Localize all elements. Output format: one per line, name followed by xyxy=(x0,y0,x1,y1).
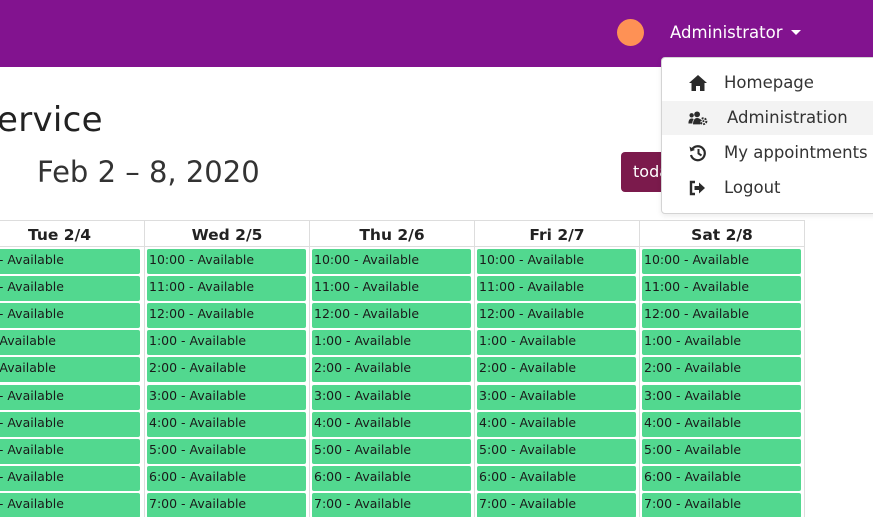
week-calendar: Tue 2/4 00 - Available 00 - Available 00… xyxy=(0,220,805,517)
time-slot[interactable]: 6:00 - Available xyxy=(147,466,306,491)
time-slot[interactable]: 7:00 - Available xyxy=(147,493,306,517)
time-slot[interactable]: 12:00 - Available xyxy=(642,303,801,328)
time-slot[interactable]: 7:00 - Available xyxy=(312,493,471,517)
time-slot[interactable]: 0 - Available xyxy=(0,330,140,355)
time-slot[interactable]: 1:00 - Available xyxy=(477,330,636,355)
menu-item-label: Administration xyxy=(727,108,848,127)
time-slot[interactable]: 11:00 - Available xyxy=(477,276,636,301)
time-slot[interactable]: 2:00 - Available xyxy=(147,357,306,382)
menu-item-administration[interactable]: Administration xyxy=(662,101,873,135)
time-slot[interactable]: 2:00 - Available xyxy=(312,357,471,382)
day-column-wed: Wed 2/5 10:00 - Available 11:00 - Availa… xyxy=(145,220,310,517)
sign-out-icon xyxy=(689,180,705,196)
day-header: Sat 2/8 xyxy=(640,220,804,247)
time-slot[interactable]: 6:00 - Available xyxy=(477,466,636,491)
time-slot[interactable]: 4:00 - Available xyxy=(147,412,306,437)
time-slot[interactable]: 3:00 - Available xyxy=(147,385,306,410)
time-slot[interactable]: 6:00 - Available xyxy=(642,466,801,491)
time-slot[interactable]: 5:00 - Available xyxy=(147,439,306,464)
day-column-tue: Tue 2/4 00 - Available 00 - Available 00… xyxy=(0,220,145,517)
time-slot[interactable]: 10:00 - Available xyxy=(147,249,306,274)
time-slot[interactable]: 10:00 - Available xyxy=(477,249,636,274)
time-slot[interactable]: 4:00 - Available xyxy=(312,412,471,437)
day-column-thu: Thu 2/6 10:00 - Available 11:00 - Availa… xyxy=(310,220,475,517)
time-slot[interactable]: 7:00 - Available xyxy=(642,493,801,517)
time-slot[interactable]: 3:00 - Available xyxy=(642,385,801,410)
user-avatar[interactable] xyxy=(617,19,644,46)
time-slot[interactable]: 5:00 - Available xyxy=(477,439,636,464)
time-slot[interactable]: 3:00 - Available xyxy=(477,385,636,410)
time-slot[interactable]: 5:00 - Available xyxy=(642,439,801,464)
time-slot[interactable]: 2:00 - Available xyxy=(477,357,636,382)
menu-item-label: Homepage xyxy=(724,73,814,92)
time-slot[interactable]: 00 - Available xyxy=(0,412,140,437)
user-menu-toggle[interactable]: Administrator xyxy=(670,20,802,44)
day-header: Wed 2/5 xyxy=(145,220,309,247)
time-slot[interactable]: 10:00 - Available xyxy=(642,249,801,274)
menu-item-label: My appointments xyxy=(724,143,868,162)
user-name: Administrator xyxy=(670,22,783,42)
time-slot[interactable]: 1:00 - Available xyxy=(312,330,471,355)
time-slot[interactable]: 00 - Available xyxy=(0,249,140,274)
users-cog-icon xyxy=(688,111,708,126)
menu-item-homepage[interactable]: Homepage xyxy=(662,66,873,100)
time-slot[interactable]: 4:00 - Available xyxy=(477,412,636,437)
time-slot[interactable]: 1:00 - Available xyxy=(147,330,306,355)
calendar-date-range: Feb 2 – 8, 2020 xyxy=(37,155,260,189)
time-slot[interactable]: 4:00 - Available xyxy=(642,412,801,437)
time-slot[interactable]: 11:00 - Available xyxy=(147,276,306,301)
time-slot[interactable]: 00 - Available xyxy=(0,303,140,328)
day-header: Fri 2/7 xyxy=(475,220,639,247)
history-icon xyxy=(689,145,706,162)
time-slot[interactable]: 3:00 - Available xyxy=(312,385,471,410)
time-slot[interactable]: 11:00 - Available xyxy=(312,276,471,301)
time-slot[interactable]: 5:00 - Available xyxy=(312,439,471,464)
day-column-fri: Fri 2/7 10:00 - Available 11:00 - Availa… xyxy=(475,220,640,517)
menu-item-my-appointments[interactable]: My appointments xyxy=(662,136,873,170)
user-dropdown-menu: Homepage Administration My appointments … xyxy=(661,57,873,214)
time-slot[interactable]: 11:00 - Available xyxy=(642,276,801,301)
time-slot[interactable]: 6:00 - Available xyxy=(312,466,471,491)
page-title: ervice xyxy=(0,100,103,140)
time-slot[interactable]: 1:00 - Available xyxy=(642,330,801,355)
caret-down-icon xyxy=(791,29,802,35)
time-slot[interactable]: 2:00 - Available xyxy=(642,357,801,382)
time-slot[interactable]: 00 - Available xyxy=(0,439,140,464)
menu-item-label: Logout xyxy=(724,178,781,197)
time-slot[interactable]: 10:00 - Available xyxy=(312,249,471,274)
day-header: Thu 2/6 xyxy=(310,220,474,247)
time-slot[interactable]: 00 - Available xyxy=(0,466,140,491)
day-header: Tue 2/4 xyxy=(0,220,144,247)
day-column-sat: Sat 2/8 10:00 - Available 11:00 - Availa… xyxy=(640,220,805,517)
time-slot[interactable]: 00 - Available xyxy=(0,493,140,517)
time-slot[interactable]: 7:00 - Available xyxy=(477,493,636,517)
home-icon xyxy=(689,75,707,91)
time-slot[interactable]: 00 - Available xyxy=(0,385,140,410)
time-slot[interactable]: 0 - Available xyxy=(0,357,140,382)
time-slot[interactable]: 00 - Available xyxy=(0,276,140,301)
time-slot[interactable]: 12:00 - Available xyxy=(147,303,306,328)
time-slot[interactable]: 12:00 - Available xyxy=(477,303,636,328)
menu-item-logout[interactable]: Logout xyxy=(662,171,873,205)
time-slot[interactable]: 12:00 - Available xyxy=(312,303,471,328)
